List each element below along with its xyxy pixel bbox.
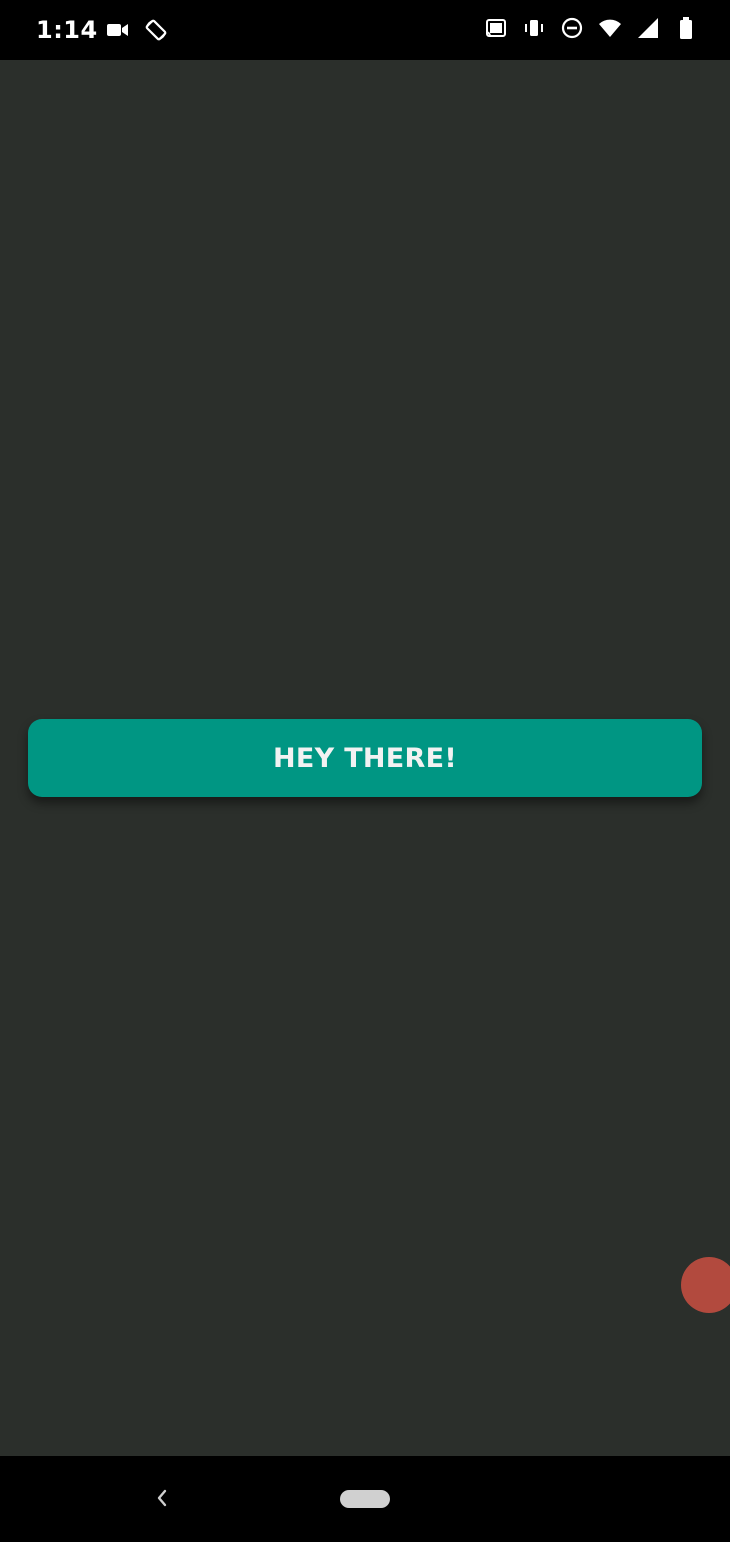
wifi-icon xyxy=(598,16,622,40)
do-not-disturb-icon xyxy=(560,16,584,40)
video-camera-icon xyxy=(106,18,130,42)
hey-there-button[interactable]: HEY THERE! xyxy=(28,719,702,797)
status-right-icons xyxy=(484,16,698,40)
rotate-screen-icon xyxy=(144,18,168,42)
navigation-bar xyxy=(0,1456,730,1542)
status-left-icons xyxy=(106,18,168,42)
app-content: HEY THERE! xyxy=(0,60,730,1456)
status-time: 1:14 xyxy=(36,16,98,44)
cast-icon xyxy=(484,16,508,40)
home-pill-icon[interactable] xyxy=(340,1490,390,1508)
vibrate-icon xyxy=(522,16,546,40)
back-chevron-icon[interactable] xyxy=(150,1486,174,1510)
status-bar: 1:14 xyxy=(0,0,730,60)
signal-icon xyxy=(636,16,660,40)
battery-icon xyxy=(674,16,698,40)
floating-bubble[interactable] xyxy=(681,1257,730,1313)
